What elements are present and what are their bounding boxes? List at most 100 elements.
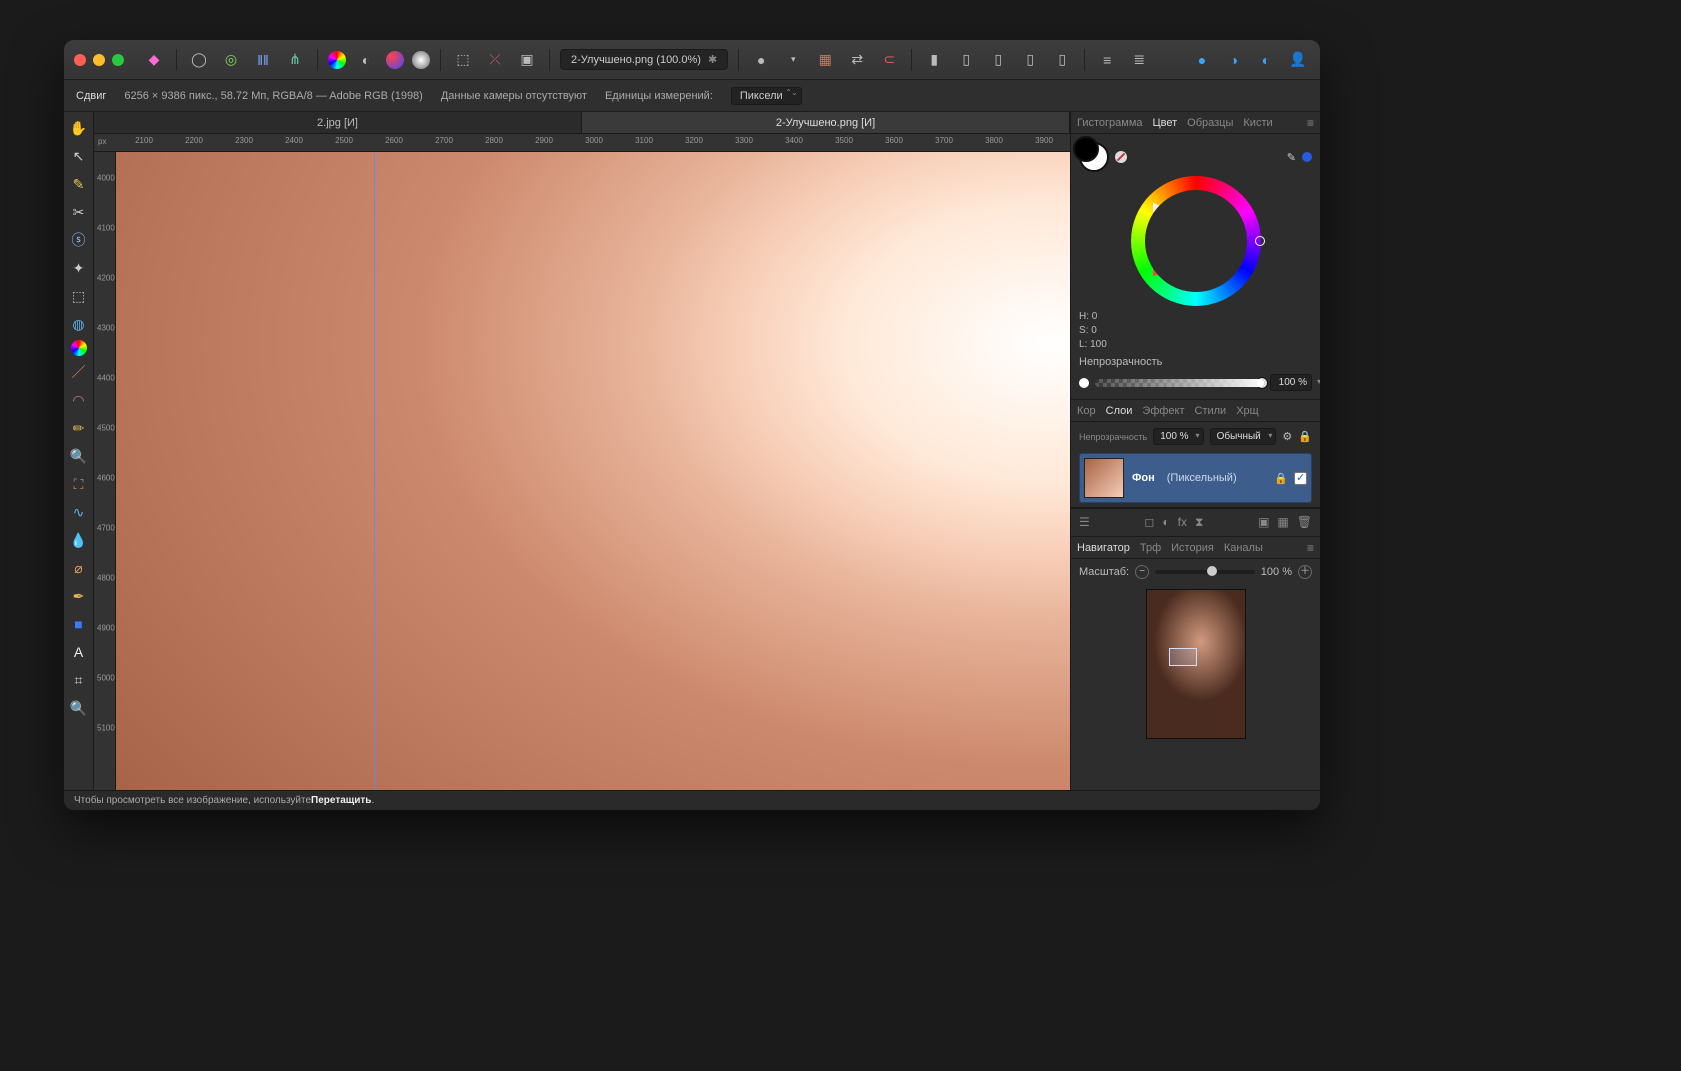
erase-brush-tool[interactable]: ◠ xyxy=(67,388,91,412)
align-icon[interactable]: ‖‖ xyxy=(251,48,275,72)
tab-effects[interactable]: Эффект xyxy=(1142,405,1184,417)
nav-panel-menu-icon[interactable]: ≡ xyxy=(1307,541,1314,555)
align-left-icon[interactable]: ≡ xyxy=(1095,48,1119,72)
blur-tool[interactable]: 💧 xyxy=(67,528,91,552)
tab-history[interactable]: История xyxy=(1171,542,1214,554)
spiral-icon[interactable]: ◎ xyxy=(219,48,243,72)
opacity-slider[interactable] xyxy=(1095,379,1264,387)
gradient-tool[interactable] xyxy=(71,340,87,356)
hand-tool[interactable]: ✋ xyxy=(67,116,91,140)
tab-channels[interactable]: Каналы xyxy=(1224,542,1263,554)
color-wheel[interactable] xyxy=(1131,176,1261,306)
marquee-tool[interactable]: ⬚ xyxy=(67,284,91,308)
zoom-window-button[interactable] xyxy=(112,54,124,66)
zoom-detail-tool[interactable]: 🔍 xyxy=(67,444,91,468)
layer-stack-icon[interactable]: ☰ xyxy=(1079,515,1090,530)
units-select[interactable]: Пиксели xyxy=(731,87,802,105)
lock-icon[interactable]: 🔒 xyxy=(1298,430,1312,443)
arrange-4-icon[interactable]: ▯ xyxy=(1050,48,1074,72)
rectangle-tool[interactable]: ■ xyxy=(67,612,91,636)
grid-small-icon[interactable]: ▦ xyxy=(1277,515,1288,530)
paint-brush-tool[interactable]: ／ xyxy=(67,360,91,384)
layer-opacity-value[interactable]: 100 % xyxy=(1153,428,1203,445)
text-tool[interactable]: A xyxy=(67,640,91,664)
zoom-tool[interactable]: 🔍 xyxy=(67,696,91,720)
flood-fill-tool[interactable]: ◍ xyxy=(67,312,91,336)
overlap-icon[interactable]: ◑ xyxy=(1222,48,1246,72)
fx-icon[interactable]: fx xyxy=(1178,515,1187,530)
hue-wheel-icon[interactable] xyxy=(328,51,346,69)
tab-histogram[interactable]: Гистограмма xyxy=(1077,117,1143,129)
layer-visible-checkbox[interactable] xyxy=(1294,472,1307,485)
opacity-value[interactable]: 100 % xyxy=(1270,374,1312,391)
minimize-window-button[interactable] xyxy=(93,54,105,66)
layer-lock-icon[interactable]: 🔒 xyxy=(1274,472,1288,485)
link-icon[interactable]: ⇄ xyxy=(845,48,869,72)
arrange-3-icon[interactable]: ▯ xyxy=(1018,48,1042,72)
tab-swatches[interactable]: Образцы xyxy=(1187,117,1233,129)
folder-icon[interactable]: ▣ xyxy=(1258,515,1269,530)
crop-tool[interactable]: ✂ xyxy=(67,200,91,224)
navigator-viewport[interactable] xyxy=(1169,648,1197,666)
healing-brush-tool[interactable]: ∿ xyxy=(67,500,91,524)
panel-menu-icon[interactable]: ≡ xyxy=(1307,116,1314,130)
arrange-front-icon[interactable]: ▮ xyxy=(922,48,946,72)
tab-hrsh[interactable]: Хрщ xyxy=(1236,405,1259,417)
dark-circle-icon[interactable]: ● xyxy=(749,48,773,72)
vertical-guide[interactable] xyxy=(374,152,375,790)
mesh-tool[interactable]: ⌗ xyxy=(67,668,91,692)
color-triangle[interactable] xyxy=(1153,203,1239,277)
soft-circle-icon[interactable] xyxy=(412,51,430,69)
arrange-2-icon[interactable]: ▯ xyxy=(986,48,1010,72)
half-circle-icon[interactable]: ◐ xyxy=(1254,48,1278,72)
tab-brushes[interactable]: Кисти xyxy=(1243,117,1272,129)
magic-wand-tool[interactable]: ✦ xyxy=(67,256,91,280)
grid-icon[interactable]: ▦ xyxy=(813,48,837,72)
deselect-icon[interactable]: ⤫ xyxy=(483,48,507,72)
tab-transform[interactable]: Трф xyxy=(1140,542,1161,554)
mask-icon[interactable]: ◻ xyxy=(1144,515,1154,530)
pen-tool[interactable]: ✒ xyxy=(67,584,91,608)
tab-navigator[interactable]: Навигатор xyxy=(1077,542,1130,554)
move-tool[interactable]: ↖ xyxy=(67,144,91,168)
pencil-tool[interactable]: ✏ xyxy=(67,416,91,440)
navigator-thumbnail[interactable] xyxy=(1146,589,1246,739)
canvas[interactable] xyxy=(116,152,1070,790)
recent-color-dot[interactable] xyxy=(1302,152,1312,162)
arrange-1-icon[interactable]: ▯ xyxy=(954,48,978,72)
circle-tool-icon[interactable]: ◯ xyxy=(187,48,211,72)
blend-mode-select[interactable]: Обычный xyxy=(1210,428,1277,445)
clone-stamp-tool[interactable]: ⛶ xyxy=(67,472,91,496)
eyedropper-icon[interactable]: ✎ xyxy=(1287,151,1296,164)
snap-icon[interactable]: ⊂ xyxy=(877,48,901,72)
no-color-icon[interactable] xyxy=(1115,151,1127,163)
document-tab-0[interactable]: 2.jpg [И] xyxy=(94,112,582,133)
tab-color[interactable]: Цвет xyxy=(1153,117,1178,129)
adjustment-icon[interactable]: ◐ xyxy=(1162,515,1169,530)
layer-row[interactable]: Фон (Пиксельный) 🔒 xyxy=(1079,453,1312,503)
contrast-icon[interactable]: ◐ xyxy=(354,48,378,72)
patch-tool[interactable]: ⌀ xyxy=(67,556,91,580)
blue-circle-icon[interactable]: ● xyxy=(1190,48,1214,72)
document-tab-1[interactable]: 2-Улучшено.png [И] xyxy=(582,112,1070,133)
gradient-circle-icon[interactable] xyxy=(386,51,404,69)
color-swatch-primary[interactable] xyxy=(1079,142,1109,172)
account-icon[interactable]: 👤 xyxy=(1286,48,1310,72)
quickmask-icon[interactable]: ▣ xyxy=(515,48,539,72)
color-picker-tool[interactable]: ✎ xyxy=(67,172,91,196)
align-center-icon[interactable]: ≣ xyxy=(1127,48,1151,72)
gear-icon[interactable]: ⚙ xyxy=(1282,430,1292,443)
trash-icon[interactable]: 🗑 xyxy=(1297,515,1312,530)
selection-brush-tool[interactable]: ⓢ xyxy=(67,228,91,252)
hourglass-icon[interactable]: ⧗ xyxy=(1195,515,1203,530)
zoom-slider[interactable] xyxy=(1155,570,1255,574)
zoom-out-button[interactable]: − xyxy=(1135,565,1149,579)
share-icon[interactable]: ⋔ xyxy=(283,48,307,72)
close-window-button[interactable] xyxy=(74,54,86,66)
zoom-in-button[interactable]: ＋ xyxy=(1298,565,1312,579)
chevron-down-icon[interactable]: ▾ xyxy=(781,48,805,72)
tab-styles[interactable]: Стили xyxy=(1195,405,1227,417)
tab-cor[interactable]: Кор xyxy=(1077,405,1096,417)
marquee-icon[interactable]: ⬚ xyxy=(451,48,475,72)
tab-layers[interactable]: Слои xyxy=(1106,405,1133,417)
